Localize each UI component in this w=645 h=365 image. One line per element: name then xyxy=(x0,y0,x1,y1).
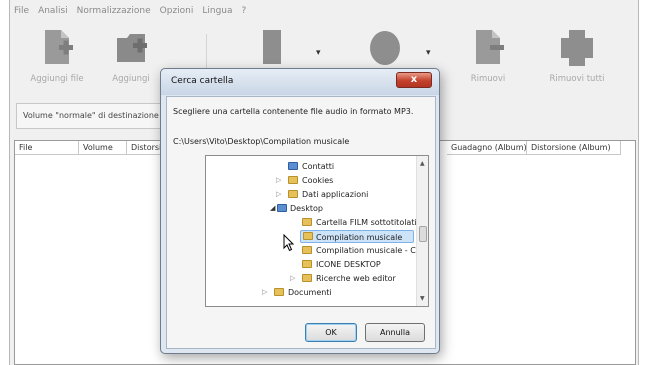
target-volume-label: Volume "normale" di destinazione xyxy=(23,111,159,120)
target-volume-group: Volume "normale" di destinazione xyxy=(16,103,166,129)
column-header-album-gain[interactable]: Guadagno (Album) xyxy=(447,141,527,155)
tree-item-label: Ricerche web editor xyxy=(316,274,396,283)
tree-item-icone-desktop[interactable]: ICONE DESKTOP xyxy=(302,258,381,271)
remove-button[interactable]: Rimuovi xyxy=(453,28,523,84)
normalize-button[interactable] xyxy=(350,28,420,68)
dialog-title: Cerca cartella xyxy=(171,76,234,86)
folder-icon xyxy=(302,246,312,254)
add-folder-icon xyxy=(117,34,147,62)
menu-help[interactable]: ? xyxy=(242,3,247,19)
expand-arrow-icon[interactable]: ▷ xyxy=(290,272,295,285)
folder-icon xyxy=(302,274,312,282)
tree-item-desktop[interactable]: ◢ Desktop xyxy=(270,202,323,215)
tree-item-label: Dati applicazioni xyxy=(302,190,369,199)
add-folder-button[interactable]: Aggiungi xyxy=(96,28,166,84)
folder-tree-scrollbar[interactable]: ▲ ▼ xyxy=(416,156,428,306)
normalize-icon xyxy=(370,31,400,65)
browse-folder-dialog: Cerca cartella x Scegliere una cartella … xyxy=(160,68,440,354)
folder-icon xyxy=(288,190,298,198)
dialog-body: Scegliere una cartella contenente file a… xyxy=(166,96,436,349)
folder-icon xyxy=(288,176,298,184)
documents-folder-icon xyxy=(274,288,284,296)
desktop-folder-icon xyxy=(277,204,287,212)
tree-item-dati-applicazioni[interactable]: ▷ Dati applicazioni xyxy=(276,188,369,201)
tree-item-ricerche-web[interactable]: ▷ Ricerche web editor xyxy=(290,272,396,285)
expand-arrow-icon[interactable]: ▷ xyxy=(276,188,281,201)
tree-item-compilation-copia[interactable]: Compilation musicale - Copia xyxy=(302,244,429,257)
tree-item-label: Documenti xyxy=(288,288,332,297)
column-header-album-distortion[interactable]: Distorsione (Album) xyxy=(527,141,621,155)
tree-item-label: Contatti xyxy=(302,162,335,171)
scrollbar-thumb[interactable] xyxy=(419,226,427,242)
remove-label: Rimuovi xyxy=(470,74,506,84)
tree-item-cartella-film[interactable]: Cartella FILM sottotitolati xyxy=(302,216,417,229)
tree-item-label: Compilation musicale - Copia xyxy=(316,246,429,255)
tree-item-cookies[interactable]: ▷ Cookies xyxy=(276,174,334,187)
expand-arrow-icon[interactable]: ▷ xyxy=(276,174,281,187)
mouse-pointer-icon xyxy=(283,234,295,252)
dialog-close-button[interactable]: x xyxy=(396,72,432,88)
analyze-icon xyxy=(263,30,281,64)
selected-folder-path: C:\Users\Vito\Desktop\Compilation musica… xyxy=(173,137,350,146)
analyze-dropdown-arrow[interactable]: ▾ xyxy=(316,48,321,58)
scroll-down-icon[interactable]: ▼ xyxy=(420,295,425,302)
remove-all-icon xyxy=(561,30,593,66)
column-header-file[interactable]: File xyxy=(15,141,79,155)
cancel-button[interactable]: Annulla xyxy=(365,323,425,342)
remove-file-icon xyxy=(476,30,504,64)
add-file-icon xyxy=(45,30,73,64)
folder-icon xyxy=(303,232,313,240)
add-folder-label: Aggiungi xyxy=(112,74,150,84)
folder-icon xyxy=(302,218,312,226)
close-icon: x xyxy=(410,74,418,85)
tree-item-documenti[interactable]: ▷ Documenti xyxy=(262,286,332,299)
add-file-label: Aggiungi file xyxy=(30,74,84,84)
menu-lingua[interactable]: Lingua xyxy=(202,3,232,19)
column-header-volume[interactable]: Volume xyxy=(79,141,127,155)
remove-all-label: Rimuovi tutti xyxy=(549,74,605,84)
collapse-arrow-icon[interactable]: ◢ xyxy=(270,202,275,215)
menu-opzioni[interactable]: Opzioni xyxy=(160,3,194,19)
tree-item-compilation-musicale[interactable]: Compilation musicale xyxy=(300,230,414,243)
tree-item-label: ICONE DESKTOP xyxy=(316,260,381,269)
expand-arrow-icon[interactable]: ▷ xyxy=(262,286,267,299)
analyze-button[interactable] xyxy=(238,28,308,68)
menu-analisi[interactable]: Analisi xyxy=(38,3,68,19)
add-file-button[interactable]: Aggiungi file xyxy=(22,28,92,84)
scroll-up-icon[interactable]: ▲ xyxy=(420,160,425,167)
dialog-title-bar[interactable]: Cerca cartella x xyxy=(161,69,439,95)
contacts-folder-icon xyxy=(288,162,298,170)
folder-tree[interactable]: Contatti ▷ Cookies ▷ Dati applicazioni ◢… xyxy=(205,155,429,307)
normalize-dropdown-arrow[interactable]: ▾ xyxy=(426,48,431,58)
menu-normalizzazione[interactable]: Normalizzazione xyxy=(77,3,151,19)
ok-button[interactable]: OK xyxy=(305,323,357,342)
remove-all-button[interactable]: Rimuovi tutti xyxy=(542,28,612,84)
tree-item-label: Desktop xyxy=(290,204,323,213)
menu-file[interactable]: File xyxy=(14,3,29,19)
tree-item-contatti[interactable]: Contatti xyxy=(288,160,335,173)
folder-icon xyxy=(302,260,312,268)
dialog-instruction: Scegliere una cartella contenente file a… xyxy=(173,107,414,116)
tree-item-label: Compilation musicale xyxy=(316,233,403,242)
tree-item-label: Cookies xyxy=(302,176,334,185)
menu-bar: File Analisi Normalizzazione Opzioni Lin… xyxy=(10,3,246,19)
tree-item-label: Cartella FILM sottotitolati xyxy=(316,218,417,227)
